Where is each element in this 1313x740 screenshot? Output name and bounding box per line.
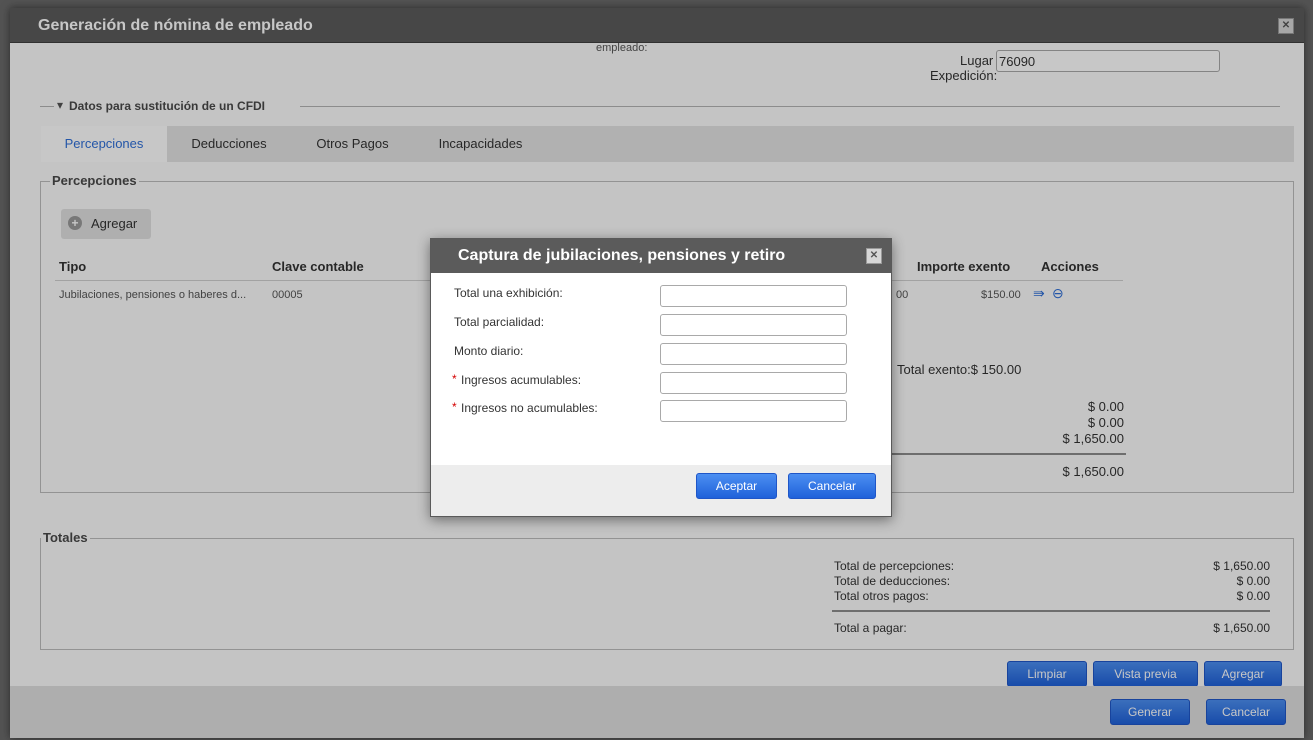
dialog-close-icon[interactable]: ✕ bbox=[866, 248, 882, 264]
field-label-ingresos-acumulables: Ingresos acumulables: bbox=[461, 373, 582, 387]
ingresos-acumulables-input[interactable] bbox=[660, 372, 847, 394]
dialog-cancelar-button[interactable]: Cancelar bbox=[788, 473, 876, 499]
total-parcialidad-input[interactable] bbox=[660, 314, 847, 336]
total-exhibicion-input[interactable] bbox=[660, 285, 847, 307]
ingresos-no-acumulables-input[interactable] bbox=[660, 400, 847, 422]
field-label-ingresos-no-acumulables: Ingresos no acumulables: bbox=[461, 401, 598, 415]
aceptar-button[interactable]: Aceptar bbox=[696, 473, 777, 499]
dialog-footer: Aceptar Cancelar bbox=[431, 465, 891, 516]
retirement-capture-dialog: Captura de jubilaciones, pensiones y ret… bbox=[430, 238, 892, 517]
dialog-title-text: Captura de jubilaciones, pensiones y ret… bbox=[458, 247, 786, 264]
field-label-total-exhibicion: Total una exhibición: bbox=[454, 286, 563, 300]
dialog-title: Captura de jubilaciones, pensiones y ret… bbox=[431, 239, 891, 273]
required-mark: * bbox=[452, 372, 457, 386]
field-label-monto-diario: Monto diario: bbox=[454, 344, 524, 358]
required-mark: * bbox=[452, 400, 457, 414]
field-label-total-parcialidad: Total parcialidad: bbox=[454, 315, 545, 329]
monto-diario-input[interactable] bbox=[660, 343, 847, 365]
